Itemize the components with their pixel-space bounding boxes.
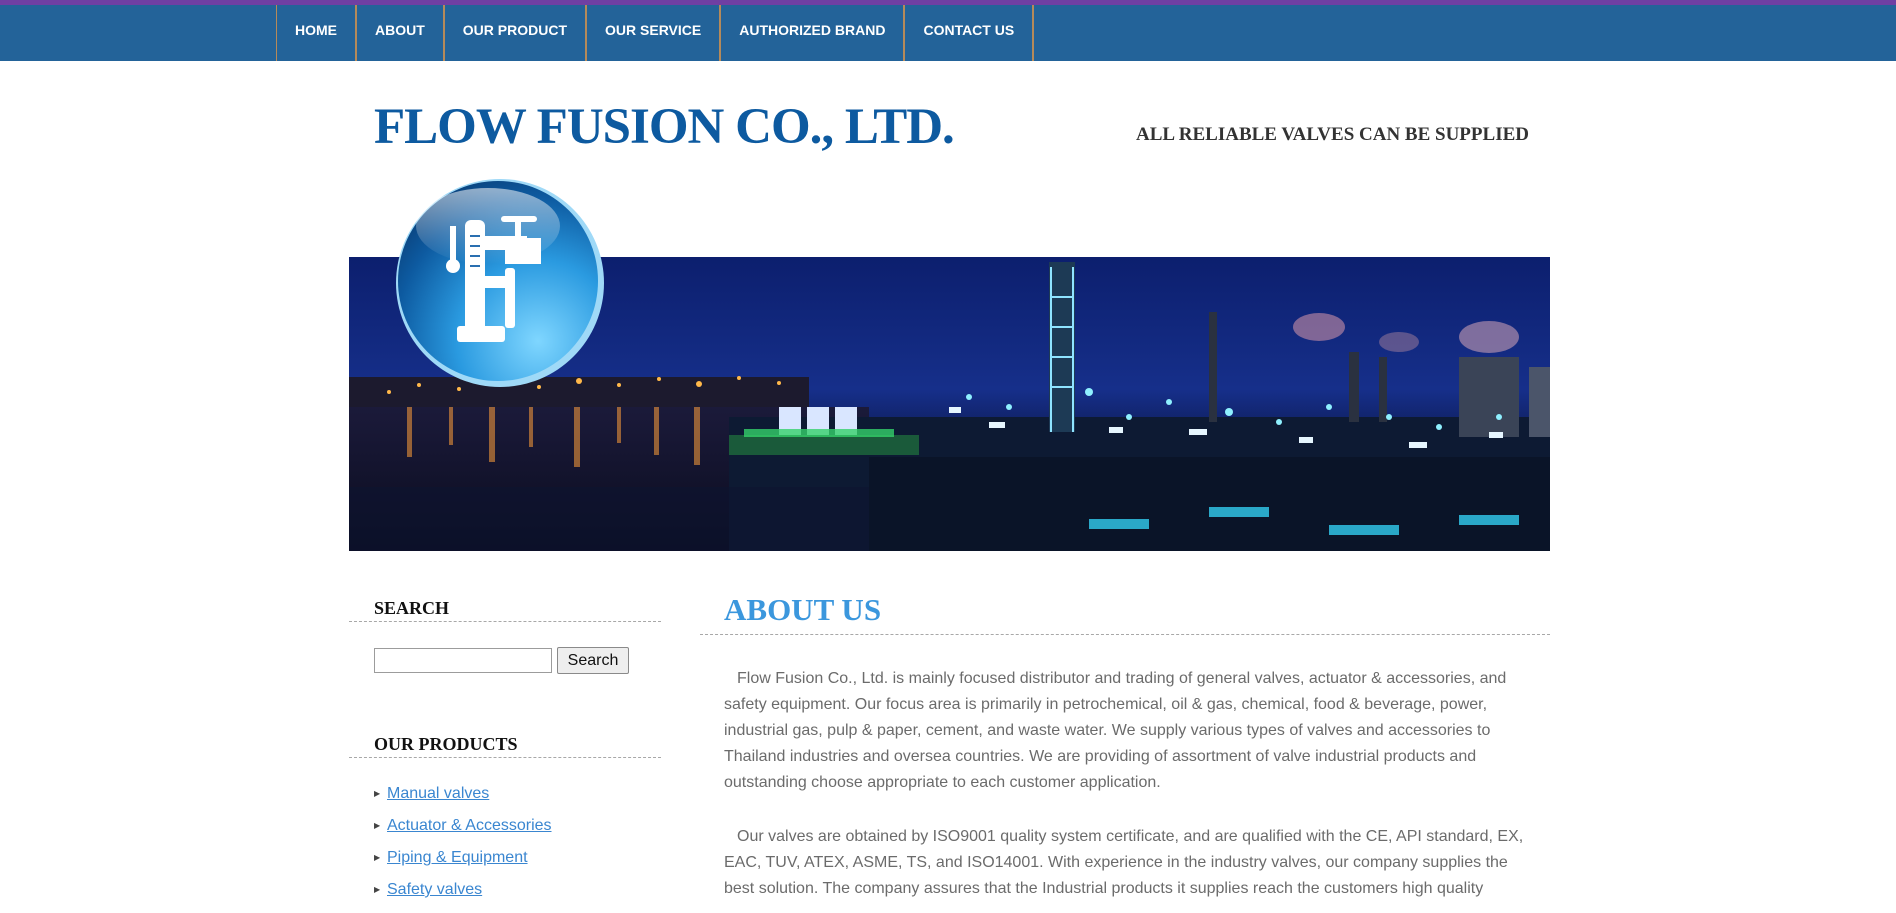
product-list: ▶ Manual valves ▶ Actuator & Accessories ▶… <box>374 785 552 913</box>
triangle-bullet-icon: ▶ <box>374 885 381 895</box>
triangle-bullet-icon: ▶ <box>374 789 381 799</box>
valve-emblem-icon <box>393 176 607 390</box>
search-section-title: SEARCH <box>374 598 450 618</box>
triangle-bullet-icon: ▶ <box>374 821 381 831</box>
list-item: ▶ Safety valves <box>374 881 552 913</box>
product-link-manual-valves[interactable]: Manual valves <box>387 785 489 802</box>
about-divider <box>700 634 1550 635</box>
products-section-title: OUR PRODUCTS <box>374 734 518 754</box>
nav-our-product[interactable]: OUR PRODUCT <box>445 5 588 61</box>
triangle-bullet-icon: ▶ <box>374 853 381 863</box>
tagline: ALL RELIABLE VALVES CAN BE SUPPLIED <box>1136 124 1529 145</box>
about-us-title: ABOUT US <box>724 592 882 627</box>
nav-our-service[interactable]: OUR SERVICE <box>587 5 722 61</box>
search-button[interactable]: Search <box>557 647 629 674</box>
about-paragraph-2: Our valves are obtained by ISO9001 quali… <box>724 828 1524 897</box>
nav-authorized-brand[interactable]: AUTHORIZED BRAND <box>721 5 906 61</box>
search-divider <box>349 621 661 622</box>
product-link-safety-valves[interactable]: Safety valves <box>387 881 482 898</box>
product-link-actuator-accessories[interactable]: Actuator & Accessories <box>387 817 552 834</box>
nav-home[interactable]: HOME <box>277 5 357 61</box>
main-nav: HOME ABOUT OUR PRODUCT OUR SERVICE AUTHO… <box>276 5 1035 61</box>
list-item: ▶ Piping & Equipment <box>374 849 552 881</box>
top-navigation-bar: HOME ABOUT OUR PRODUCT OUR SERVICE AUTHO… <box>0 5 1896 61</box>
about-paragraph-1: Flow Fusion Co., Ltd. is mainly focused … <box>724 670 1507 791</box>
search-input[interactable] <box>374 648 552 673</box>
products-divider <box>349 757 661 758</box>
list-item: ▶ Manual valves <box>374 785 552 817</box>
company-name: FLOW FUSION CO., LTD. <box>374 99 955 155</box>
list-item: ▶ Actuator & Accessories <box>374 817 552 849</box>
nav-about[interactable]: ABOUT <box>357 5 445 61</box>
nav-contact-us[interactable]: CONTACT US <box>905 5 1035 61</box>
product-link-piping-equipment[interactable]: Piping & Equipment <box>387 849 528 866</box>
